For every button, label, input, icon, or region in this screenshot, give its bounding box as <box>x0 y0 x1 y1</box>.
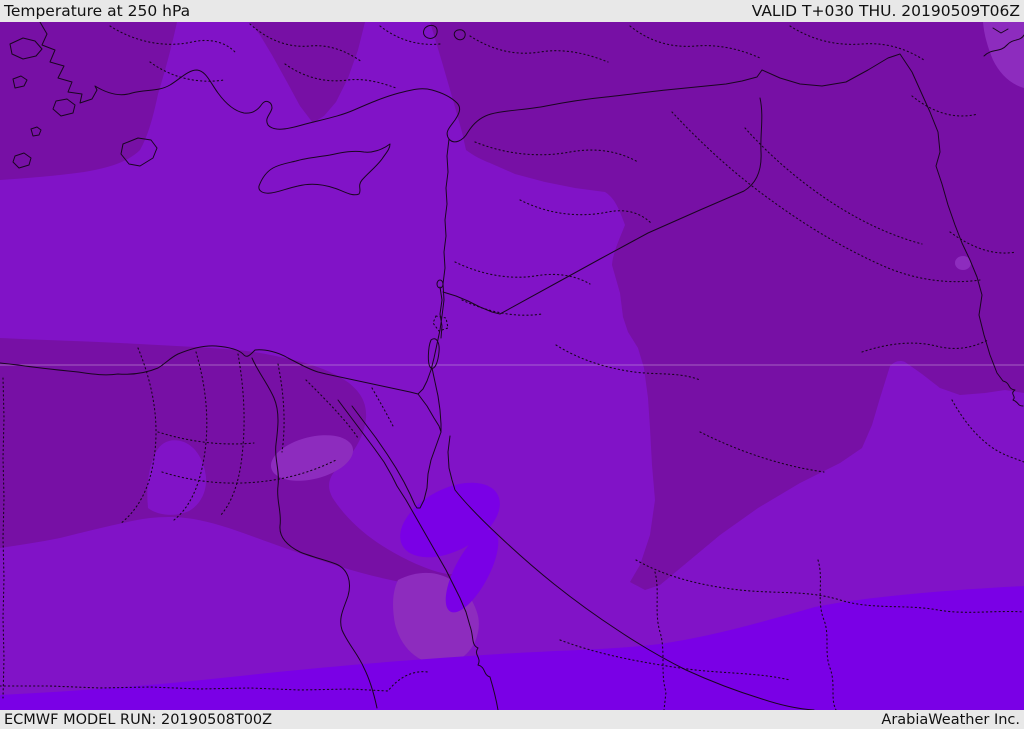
credit-label: ArabiaWeather Inc. <box>881 711 1020 728</box>
model-run-label: ECMWF MODEL RUN: 20190508T00Z <box>4 711 273 728</box>
weather-map-page: Temperature at 250 hPa VALID T+030 THU. … <box>0 0 1024 729</box>
header-bar: Temperature at 250 hPa VALID T+030 THU. … <box>0 0 1024 22</box>
footer-bar: ECMWF MODEL RUN: 20190508T00Z ArabiaWeat… <box>0 710 1024 729</box>
weather-map <box>0 22 1024 710</box>
valid-time-label: VALID T+030 THU. 20190509T06Z <box>751 2 1020 20</box>
map-title: Temperature at 250 hPa <box>4 2 191 20</box>
